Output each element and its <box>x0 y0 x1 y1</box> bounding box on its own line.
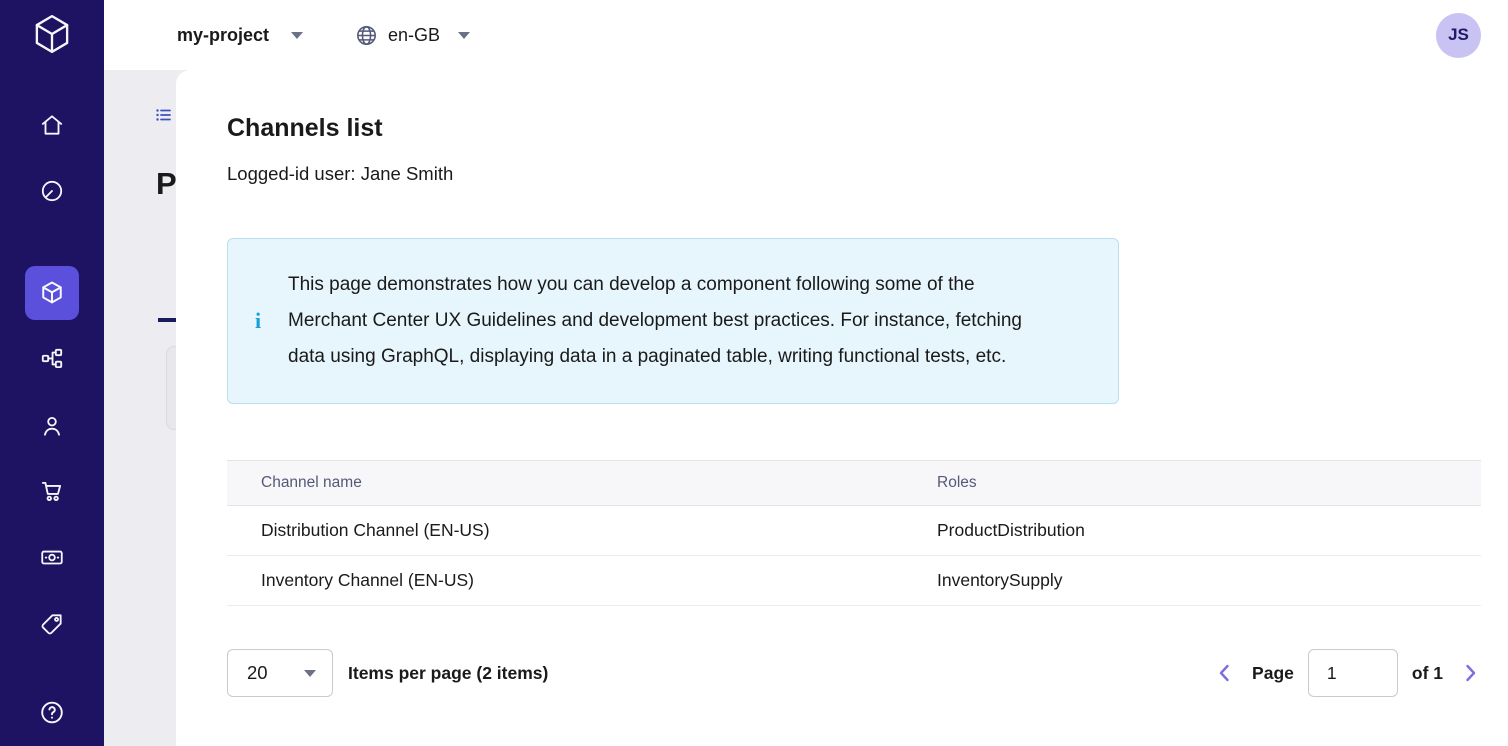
sidebar-item-orders[interactable] <box>39 478 65 504</box>
cart-icon <box>39 478 65 504</box>
product-box-icon <box>38 279 66 307</box>
sidebar-item-dashboard[interactable] <box>39 178 65 204</box>
channels-panel: Channels list Logged-id user: Jane Smith… <box>176 70 1508 746</box>
banknote-icon <box>39 544 65 570</box>
column-header-channel-name: Channel name <box>227 474 937 492</box>
topbar: my-project en-GB JS <box>104 0 1508 70</box>
cell-channel-name: Distribution Channel (EN-US) <box>227 520 937 541</box>
cell-roles: InventorySupply <box>937 570 1481 591</box>
next-page-button[interactable] <box>1459 662 1481 684</box>
sidebar-item-customers[interactable] <box>39 413 65 439</box>
list-icon <box>155 106 173 129</box>
column-header-roles: Roles <box>937 474 1481 492</box>
cell-roles: ProductDistribution <box>937 520 1481 541</box>
question-circle-icon <box>39 699 66 726</box>
page-title: Channels list <box>227 114 383 143</box>
table-row[interactable]: Distribution Channel (EN-US) ProductDist… <box>227 506 1481 556</box>
total-pages-label: of 1 <box>1412 663 1443 684</box>
channels-table: Channel name Roles Distribution Channel … <box>227 460 1481 606</box>
logged-in-user-subtitle: Logged-id user: Jane Smith <box>227 163 453 185</box>
sidebar-item-home[interactable] <box>39 112 65 138</box>
project-selector[interactable]: my-project <box>177 25 303 46</box>
locale-selector[interactable]: en-GB <box>355 24 470 47</box>
chevron-left-icon <box>1214 662 1236 684</box>
underlay-page-heading: P <box>156 166 177 202</box>
page-number-input[interactable] <box>1308 649 1398 697</box>
pagination-bar: 20 Items per page (2 items) Page of 1 <box>227 648 1481 698</box>
home-icon <box>39 112 65 138</box>
cell-channel-name: Inventory Channel (EN-US) <box>227 570 937 591</box>
locale-name: en-GB <box>388 25 440 46</box>
hierarchy-icon <box>39 346 65 372</box>
sidebar-item-discounts[interactable] <box>39 611 65 637</box>
chevron-down-icon <box>304 670 316 677</box>
items-per-page-label: Items per page (2 items) <box>348 663 548 684</box>
gauge-icon <box>39 178 65 204</box>
table-header-row: Channel name Roles <box>227 460 1481 506</box>
project-name: my-project <box>177 25 269 46</box>
globe-icon <box>355 24 378 47</box>
tag-icon <box>39 611 65 637</box>
info-icon: i <box>228 308 288 334</box>
company-logo[interactable] <box>30 12 74 56</box>
page-label: Page <box>1252 663 1294 684</box>
sidebar-item-categories[interactable] <box>39 346 65 372</box>
sidebar-item-products-active[interactable] <box>25 266 79 320</box>
chevron-down-icon <box>458 32 470 39</box>
page-size-value: 20 <box>247 662 268 684</box>
sidebar <box>0 0 104 746</box>
sidebar-item-payments[interactable] <box>39 544 65 570</box>
info-banner: i This page demonstrates how you can dev… <box>227 238 1119 404</box>
user-avatar[interactable]: JS <box>1436 13 1481 58</box>
cube-logo-icon <box>30 12 74 56</box>
page-size-select[interactable]: 20 <box>227 649 333 697</box>
table-row[interactable]: Inventory Channel (EN-US) InventorySuppl… <box>227 556 1481 606</box>
chevron-down-icon <box>291 32 303 39</box>
main-region: P Channels list Logged-id user: Jane Smi… <box>104 70 1508 746</box>
info-banner-text: This page demonstrates how you can devel… <box>288 253 1060 389</box>
app-window: my-project en-GB JS P Channels lis <box>0 0 1508 746</box>
person-icon <box>39 413 65 439</box>
sidebar-item-help[interactable] <box>39 699 66 726</box>
previous-page-button[interactable] <box>1214 662 1236 684</box>
chevron-right-icon <box>1459 662 1481 684</box>
